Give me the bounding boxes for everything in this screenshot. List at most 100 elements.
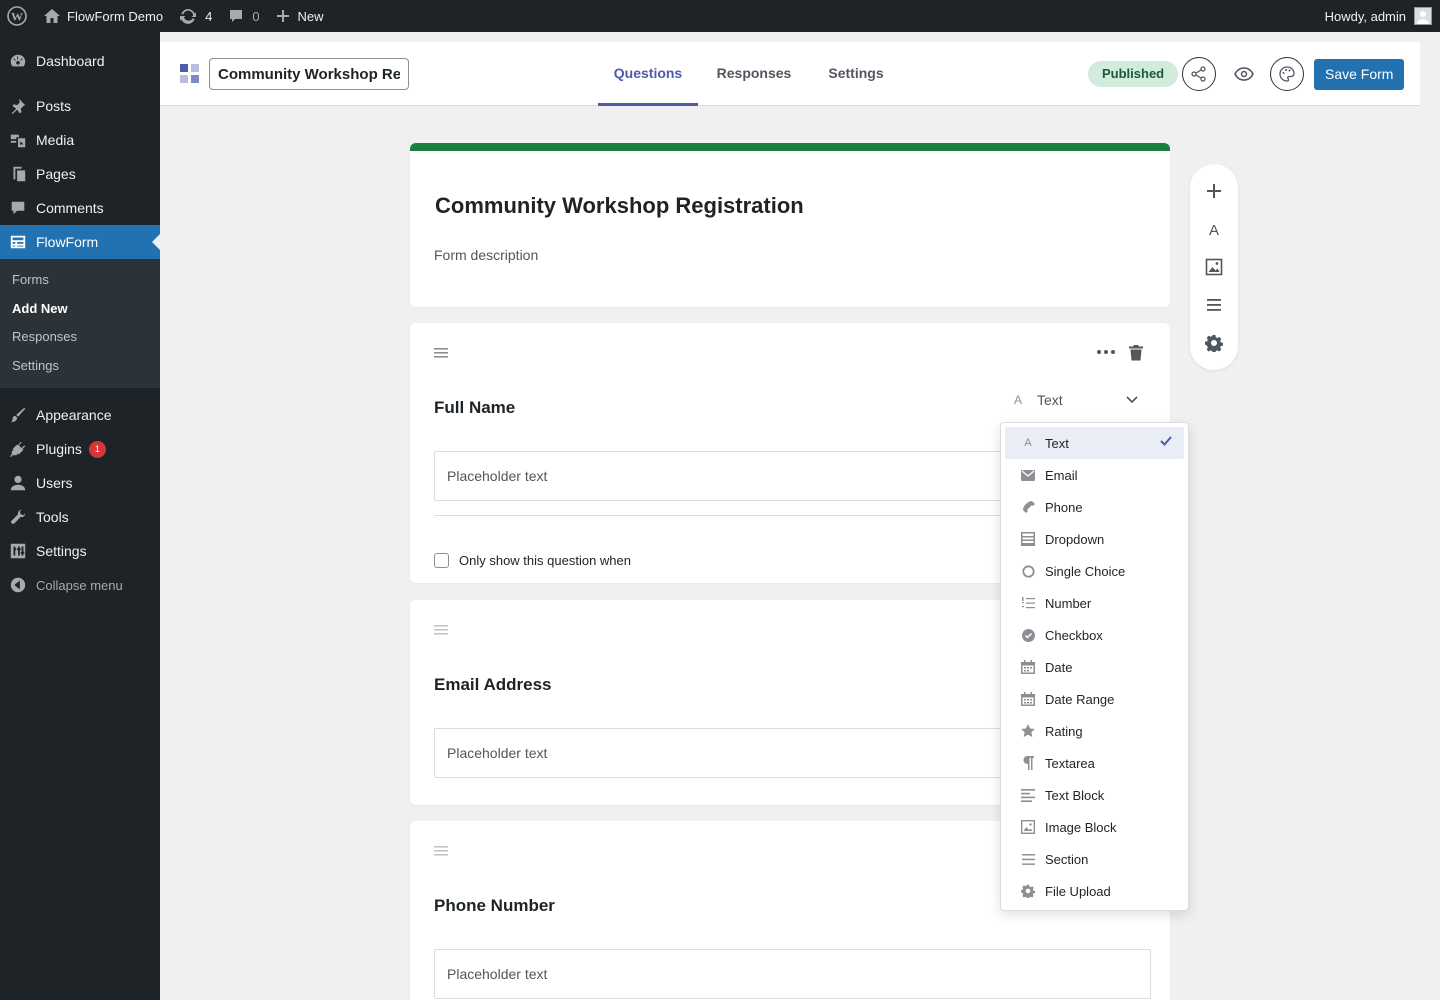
- admin-sidebar: Dashboard Posts Media Pages Comments Flo…: [0, 32, 160, 1000]
- type-option-section[interactable]: Section: [1005, 843, 1184, 875]
- comment-bubble-icon: [228, 8, 244, 24]
- type-option-file-upload[interactable]: File Upload: [1005, 875, 1184, 907]
- tab-responses[interactable]: Responses: [708, 42, 800, 106]
- list-box-icon: [1021, 532, 1035, 546]
- section-icon: [1207, 299, 1221, 311]
- sidebar-item-dashboard[interactable]: Dashboard: [0, 44, 160, 78]
- text-block-icon: [1021, 788, 1035, 802]
- new-label: New: [297, 8, 324, 24]
- sidebar-item-pages[interactable]: Pages: [0, 157, 160, 191]
- style-button[interactable]: [1270, 57, 1304, 91]
- radio-icon: [1021, 564, 1035, 578]
- palette-icon: [1279, 66, 1295, 82]
- form-title[interactable]: Community Workshop Registration: [435, 193, 804, 219]
- comments-count: 0: [252, 8, 260, 24]
- question-type-value: Text: [1037, 392, 1063, 408]
- question-type-select[interactable]: A Text: [1014, 389, 1144, 411]
- question-placeholder-input[interactable]: Placeholder text: [434, 949, 1151, 999]
- svg-text:A: A: [1209, 222, 1219, 237]
- sidebar-item-flowform[interactable]: FlowForm: [0, 225, 160, 259]
- sidebar-item-posts[interactable]: Posts: [0, 89, 160, 123]
- type-option-checkbox[interactable]: Checkbox: [1005, 619, 1184, 651]
- my-account[interactable]: Howdy, admin: [1325, 7, 1440, 25]
- form-settings-button[interactable]: [1204, 333, 1224, 353]
- type-option-image-block[interactable]: Image Block: [1005, 811, 1184, 843]
- avatar: [1414, 7, 1432, 25]
- sidebar-item-appearance[interactable]: Appearance: [0, 398, 160, 432]
- tab-questions[interactable]: Questions: [598, 42, 698, 106]
- type-option-date[interactable]: Date: [1005, 651, 1184, 683]
- sidebar-label: Settings: [36, 543, 87, 559]
- sidebar-item-users[interactable]: Users: [0, 466, 160, 500]
- type-option-text-block[interactable]: Text Block: [1005, 779, 1184, 811]
- chevron-down-icon: [1126, 396, 1138, 404]
- type-option-rating[interactable]: Rating: [1005, 715, 1184, 747]
- collapse-menu-button[interactable]: Collapse menu: [0, 568, 160, 602]
- type-option-single-choice[interactable]: Single Choice: [1005, 555, 1184, 587]
- comments-link[interactable]: 0: [220, 0, 267, 32]
- type-option-dropdown[interactable]: Dropdown: [1005, 523, 1184, 555]
- preview-button[interactable]: [1227, 57, 1261, 91]
- trash-icon[interactable]: [1129, 345, 1143, 361]
- sidebar-item-settings[interactable]: Settings: [0, 534, 160, 568]
- check-circle-icon: [1021, 628, 1035, 642]
- checkmark-icon: [1160, 436, 1172, 446]
- submenu-item-add-new[interactable]: Add New: [0, 295, 160, 324]
- drag-handle-icon[interactable]: [434, 625, 448, 635]
- tab-settings[interactable]: Settings: [816, 42, 896, 106]
- star-icon: [1021, 724, 1035, 738]
- site-name-link[interactable]: FlowForm Demo: [35, 0, 171, 32]
- submenu-item-responses[interactable]: Responses: [0, 323, 160, 352]
- gear-icon: [1205, 335, 1223, 352]
- question-label[interactable]: Full Name: [434, 398, 515, 418]
- add-question-button[interactable]: [1204, 181, 1224, 201]
- type-option-text[interactable]: A Text: [1005, 427, 1184, 459]
- updates-link[interactable]: 4: [171, 0, 220, 32]
- type-option-number[interactable]: Number: [1005, 587, 1184, 619]
- conditional-label: Only show this question when: [459, 553, 631, 568]
- plugin-icon: [9, 441, 26, 458]
- save-form-button[interactable]: Save Form: [1314, 59, 1405, 90]
- text-type-icon: A: [1014, 393, 1023, 407]
- sidebar-label: Dashboard: [36, 53, 105, 69]
- type-option-email[interactable]: Email: [1005, 459, 1184, 491]
- option-label: Text Block: [1045, 787, 1105, 803]
- type-option-phone[interactable]: Phone: [1005, 491, 1184, 523]
- drag-handle-icon[interactable]: [434, 348, 448, 358]
- submenu-item-forms[interactable]: Forms: [0, 266, 160, 295]
- sidebar-item-comments[interactable]: Comments: [0, 191, 160, 225]
- drag-handle-icon[interactable]: [434, 846, 448, 856]
- eye-icon: [1234, 67, 1254, 81]
- add-image-button[interactable]: [1204, 257, 1224, 277]
- sidebar-label: Users: [36, 475, 73, 491]
- type-option-textarea[interactable]: Textarea: [1005, 747, 1184, 779]
- form-description[interactable]: Form description: [434, 247, 538, 263]
- conditional-logic-toggle[interactable]: Only show this question when: [434, 553, 631, 568]
- sidebar-item-media[interactable]: Media: [0, 123, 160, 157]
- number-list-icon: [1021, 596, 1035, 610]
- pin-icon: [11, 98, 26, 115]
- submenu-item-settings[interactable]: Settings: [0, 352, 160, 381]
- conditional-checkbox[interactable]: [434, 553, 449, 568]
- wordpress-logo-icon[interactable]: W: [0, 0, 35, 32]
- share-button[interactable]: [1182, 57, 1216, 91]
- form-icon: [10, 235, 26, 249]
- add-title-button[interactable]: A: [1204, 219, 1224, 239]
- gear-icon: [1021, 884, 1035, 898]
- option-label: Section: [1045, 851, 1089, 867]
- type-option-date-range[interactable]: Date Range: [1005, 683, 1184, 715]
- paragraph-icon: [1021, 756, 1035, 770]
- question-label[interactable]: Email Address: [434, 675, 551, 695]
- admin-bar: W FlowForm Demo 4 0 New Howdy, admin: [0, 0, 1440, 32]
- new-content-link[interactable]: New: [268, 0, 332, 32]
- option-label: Number: [1045, 595, 1092, 611]
- sidebar-item-plugins[interactable]: Plugins 1: [0, 432, 160, 466]
- sidebar-item-tools[interactable]: Tools: [0, 500, 160, 534]
- more-options-icon[interactable]: [1097, 350, 1115, 354]
- form-title-input[interactable]: [209, 58, 409, 90]
- add-section-button[interactable]: [1204, 295, 1224, 315]
- option-label: Date: [1045, 659, 1073, 675]
- question-label[interactable]: Phone Number: [434, 896, 555, 916]
- image-icon: [1021, 820, 1035, 834]
- question-type-menu: A Text Email Phone Dropdown Single Choic…: [1000, 422, 1189, 911]
